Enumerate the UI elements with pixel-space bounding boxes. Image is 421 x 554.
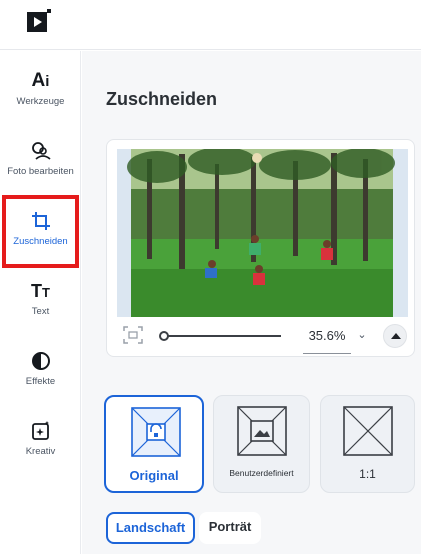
- page-title: Zuschneiden: [106, 89, 218, 109]
- preview-card: 35.6% ⌄: [106, 139, 415, 357]
- preset-original[interactable]: Original: [104, 395, 204, 493]
- preset-label: Original: [129, 468, 179, 483]
- preset-1-1[interactable]: 1:1: [320, 395, 415, 493]
- photo-edit-icon: [31, 142, 51, 160]
- portrait-button[interactable]: Porträt: [199, 512, 261, 544]
- chevron-up-icon[interactable]: [383, 324, 407, 348]
- effects-icon: [31, 352, 50, 370]
- sidebar-item-label: Foto bearbeiten: [7, 166, 74, 177]
- zoom-slider[interactable]: [159, 331, 281, 341]
- creative-icon: [31, 421, 49, 440]
- play-logo-icon[interactable]: [26, 8, 52, 34]
- crop-panel: Zuschneiden 35.6% ⌄ Original Benutzerdef…: [82, 51, 421, 554]
- sidebar: Ai Werkzeuge Foto bearbeiten Zuschneiden…: [0, 51, 81, 554]
- sidebar-item-kreativ[interactable]: Kreativ: [0, 419, 81, 458]
- highlight-box: [2, 195, 79, 268]
- lock-frame-icon: [131, 407, 181, 457]
- zoom-slider-handle[interactable]: [159, 331, 169, 341]
- preset-label: Benutzerdefiniert: [229, 468, 294, 478]
- sidebar-item-foto-bearbeiten[interactable]: Foto bearbeiten: [0, 139, 81, 178]
- sidebar-item-effekte[interactable]: Effekte: [0, 349, 81, 388]
- preset-benutzerdefiniert[interactable]: Benutzerdefiniert: [213, 395, 310, 493]
- zoom-value[interactable]: 35.6%: [303, 328, 351, 354]
- chevron-down-icon[interactable]: ⌄: [354, 326, 370, 344]
- preset-label: 1:1: [359, 467, 376, 481]
- landscape-button[interactable]: Landschaft: [106, 512, 195, 544]
- sidebar-item-label: Text: [31, 306, 50, 317]
- fit-screen-icon[interactable]: [123, 326, 143, 344]
- photo-preview[interactable]: [117, 149, 408, 317]
- text-icon: TT: [31, 281, 50, 301]
- sidebar-item-werkzeuge[interactable]: Ai Werkzeuge: [0, 69, 81, 108]
- sidebar-item-text[interactable]: TT Text: [0, 279, 81, 318]
- photo-canvas: [117, 149, 408, 317]
- square-frame-icon: [343, 406, 393, 456]
- image-frame-icon: [237, 406, 287, 456]
- ai-tools-icon: Ai: [31, 70, 50, 91]
- sidebar-item-label: Effekte: [25, 376, 56, 387]
- top-bar: [0, 0, 421, 50]
- sidebar-item-label: Kreativ: [25, 446, 56, 457]
- sidebar-item-label: Werkzeuge: [16, 96, 65, 107]
